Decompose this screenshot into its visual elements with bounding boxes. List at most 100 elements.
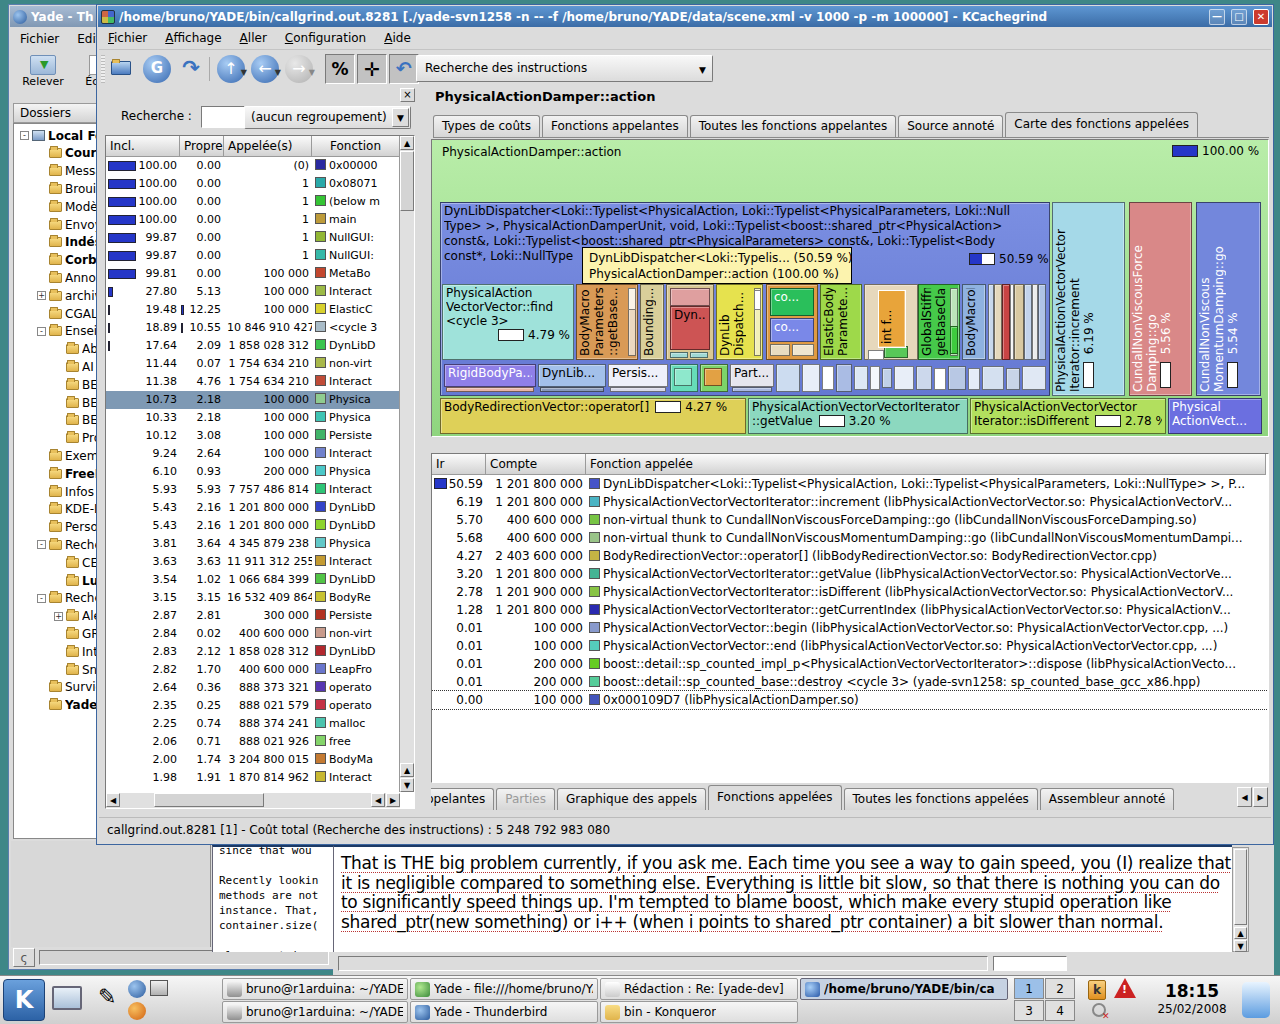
tab-ppelantes[interactable]: ppelantes <box>431 788 494 810</box>
redo-icon[interactable]: ↷ <box>177 55 205 83</box>
table-row[interactable]: 100.000.0010x08071 <box>106 175 414 193</box>
expander-icon[interactable]: + <box>37 291 46 300</box>
callee-row[interactable]: 0.00100 0000x000109D7 (libPhysicalAction… <box>432 691 1268 709</box>
tab-Assembleur annoté[interactable]: Assembleur annoté <box>1040 788 1174 810</box>
table-row[interactable]: 5.935.937 757 486 814Interact <box>106 481 414 499</box>
alert-icon[interactable]: ! <box>1114 978 1136 998</box>
desktop-4[interactable]: 4 <box>1045 1000 1075 1021</box>
table-row[interactable]: 3.153.1516 532 409 864BodyRe <box>106 589 414 607</box>
task-Yade - Thunderbird[interactable]: Yade - Thunderbird <box>410 1001 598 1023</box>
relayout-toggle[interactable]: ↶ <box>389 54 419 84</box>
percent-toggle[interactable]: % <box>325 54 355 84</box>
callee-row[interactable]: 0.01200 000boost::detail::sp_counted_imp… <box>432 655 1268 673</box>
tab-Toutes les fonctions appelantes[interactable]: Toutes les fonctions appelantes <box>690 115 897 137</box>
search-tray-icon[interactable]: ✕ <box>1092 1003 1106 1017</box>
column-header-Fonction appelée[interactable]: Fonction appelée <box>586 454 1266 475</box>
table-row[interactable]: 2.640.36888 373 321operato <box>106 679 414 697</box>
tab-Types de coûts[interactable]: Types de coûts <box>433 115 540 137</box>
treemap-block-pavv-increment[interactable]: PhysicalActionVectorVectorIterator::incr… <box>1052 202 1125 396</box>
callee-row[interactable]: 0.01200 000boost::detail::sp_counted_bas… <box>432 673 1268 691</box>
table-row[interactable]: 3.813.644 345 879 238Physica <box>106 535 414 553</box>
treemap-block-cundall-force[interactable]: CundallNonViscousForceDamping::go 5.56 % <box>1129 202 1192 396</box>
column-header-Appelée(s)[interactable]: Appelée(s) <box>224 136 312 157</box>
table-row[interactable]: 3.541.021 066 684 399DynLibD <box>106 571 414 589</box>
treemap-block-find-cycle3[interactable]: PhysicalActionVectorVector::find<cycle 3… <box>442 284 574 360</box>
menu-Configuration[interactable]: Configuration <box>276 28 375 48</box>
table-row[interactable]: 2.250.74888 374 241malloc <box>106 715 414 733</box>
tab-scroll-right[interactable]: ▶ <box>1253 787 1268 807</box>
tab-Graphique des appels[interactable]: Graphique des appels <box>557 788 706 810</box>
callee-row[interactable]: 50.591 201 800 000DynLibDispatcher<Loki:… <box>432 475 1268 493</box>
column-header-Propre[interactable]: Propre <box>180 136 224 157</box>
table-row[interactable]: 2.872.81300 000Persiste <box>106 607 414 625</box>
tab-Fonctions appelées[interactable]: Fonctions appelées <box>708 785 841 810</box>
callee-row[interactable]: 5.70400 600 000non-virtual thunk to Cund… <box>432 511 1268 529</box>
table-row[interactable]: 2.821.70400 600 000LeapFro <box>106 661 414 679</box>
flat-profile-hscrollbar[interactable]: ◀ ◀ ▶ <box>106 793 400 808</box>
forward-icon[interactable]: →▼ <box>285 55 313 83</box>
table-row[interactable]: 9.242.64100 000Interact <box>106 445 414 463</box>
column-header-Ir[interactable]: Ir <box>432 454 486 475</box>
table-row[interactable]: 3.633.6311 911 312 255Interact <box>106 553 414 571</box>
expander-icon[interactable]: - <box>37 540 46 549</box>
scroll-down-icon[interactable]: ▼ <box>1234 940 1247 952</box>
tab-Parties[interactable]: Parties <box>496 788 555 810</box>
compose-scrollbar[interactable]: ▲ ▼ <box>1232 847 1249 952</box>
treemap-block-cundall-momentum[interactable]: CundallNonViscousMomentumDamping::go 5.5… <box>1196 202 1261 396</box>
up-icon[interactable]: ↑▼ <box>217 55 245 83</box>
table-row[interactable]: 100.000.001main <box>106 211 414 229</box>
terminal-launcher-icon[interactable] <box>150 980 168 996</box>
table-row[interactable]: 10.123.08100 000Persiste <box>106 427 414 445</box>
task-/home/bruno/YADE/bin/ca[interactable]: /home/bruno/YADE/bin/ca <box>800 978 1008 1000</box>
grouping-combo[interactable]: (aucun regroupement) ▼ <box>244 106 411 129</box>
treemap-block-rigidbody[interactable]: RigidBodyPa... <box>444 364 536 387</box>
callee-row[interactable]: 4.272 403 600 000BodyRedirectionVector::… <box>432 547 1268 565</box>
callee-row[interactable]: 1.281 201 800 000PhysicalActionVectorVec… <box>432 601 1268 619</box>
table-row[interactable]: 19.4812.25100 000ElasticC <box>106 301 414 319</box>
table-row[interactable]: 2.060.71888 021 926free <box>106 733 414 751</box>
callee-row[interactable]: 5.68400 600 000non-virtual thunk to Cund… <box>432 529 1268 547</box>
expander-icon[interactable]: - <box>37 327 46 336</box>
table-row[interactable]: 99.810.00100 000MetaBo <box>106 265 414 283</box>
task-bin - Konqueror[interactable]: bin - Konqueror <box>600 1001 798 1023</box>
kcachegrind-titlebar[interactable]: /home/bruno/YADE/bin/callgrind.out.8281 … <box>98 6 1272 27</box>
treemap-block-pavv-isdifferent[interactable]: PhysicalActionVectorVectorIterator::isDi… <box>970 398 1166 434</box>
search-input[interactable] <box>201 106 245 128</box>
back-icon[interactable]: ←▼ <box>251 55 279 83</box>
column-header-Incl.[interactable]: Incl. <box>106 136 180 157</box>
treemap-block-part[interactable]: Part... <box>730 364 774 387</box>
flat-profile-vscrollbar[interactable]: ▲ ▲ ▼ <box>399 136 414 792</box>
menu-Aide[interactable]: Aide <box>375 28 420 48</box>
table-row[interactable]: 100.000.001(below m <box>106 193 414 211</box>
table-row[interactable]: 27.805.13100 000Interact <box>106 283 414 301</box>
table-row[interactable]: 99.870.001NullGUI: <box>106 229 414 247</box>
table-row[interactable]: 2.840.02400 600 000non-virt <box>106 625 414 643</box>
desktop-3[interactable]: 3 <box>1014 1000 1044 1021</box>
table-row[interactable]: 5.432.161 201 800 000DynLibD <box>106 517 414 535</box>
table-row[interactable]: 99.870.001NullGUI: <box>106 247 414 265</box>
tab-Carte des fonctions appelées[interactable]: Carte des fonctions appelées <box>1005 112 1198 137</box>
compose-editor[interactable]: That is THE big problem currently, if yo… <box>333 845 1232 952</box>
treemap-block-physicalactionvect[interactable]: PhysicalActionVect... <box>1168 398 1262 434</box>
pager[interactable]: 1234 <box>1014 978 1076 1022</box>
table-row[interactable]: 6.100.93200 000Physica <box>106 463 414 481</box>
treemap-block-bodymacropara[interactable]: BodyMacroPara... <box>962 284 986 360</box>
desktop-1[interactable]: 1 <box>1014 978 1044 999</box>
table-row[interactable]: 100.000.00(0)0x00000 <box>106 157 414 175</box>
kmenu-button[interactable]: K <box>3 979 45 1021</box>
menu-Affichage[interactable]: Affichage <box>156 28 230 48</box>
tab-Source annoté[interactable]: Source annoté <box>898 115 1003 137</box>
tab-Toutes les fonctions appelées[interactable]: Toutes les fonctions appelées <box>844 788 1038 810</box>
callee-row[interactable]: 2.781 201 900 000PhysicalActionVectorVec… <box>432 583 1268 601</box>
table-row[interactable]: 5.432.161 201 800 000DynLibD <box>106 499 414 517</box>
kate-icon[interactable]: ✎ <box>98 984 124 1012</box>
menu-Fichier[interactable]: Fichier <box>99 28 156 48</box>
scroll-up-icon[interactable]: ▲ <box>1234 927 1247 939</box>
move-toggle[interactable]: ✛ <box>357 54 387 84</box>
thunderbird-launcher-icon[interactable] <box>128 980 146 998</box>
treemap-block-co-blue[interactable]: co... <box>770 318 814 342</box>
task-bruno@r1arduina: ~/YADE/[interactable]: bruno@r1arduina: ~/YADE/ <box>222 978 408 1000</box>
column-header-Compte[interactable]: Compte <box>486 454 586 475</box>
reload-icon[interactable]: G <box>143 55 171 83</box>
klipper-icon[interactable]: k <box>1088 980 1106 1000</box>
